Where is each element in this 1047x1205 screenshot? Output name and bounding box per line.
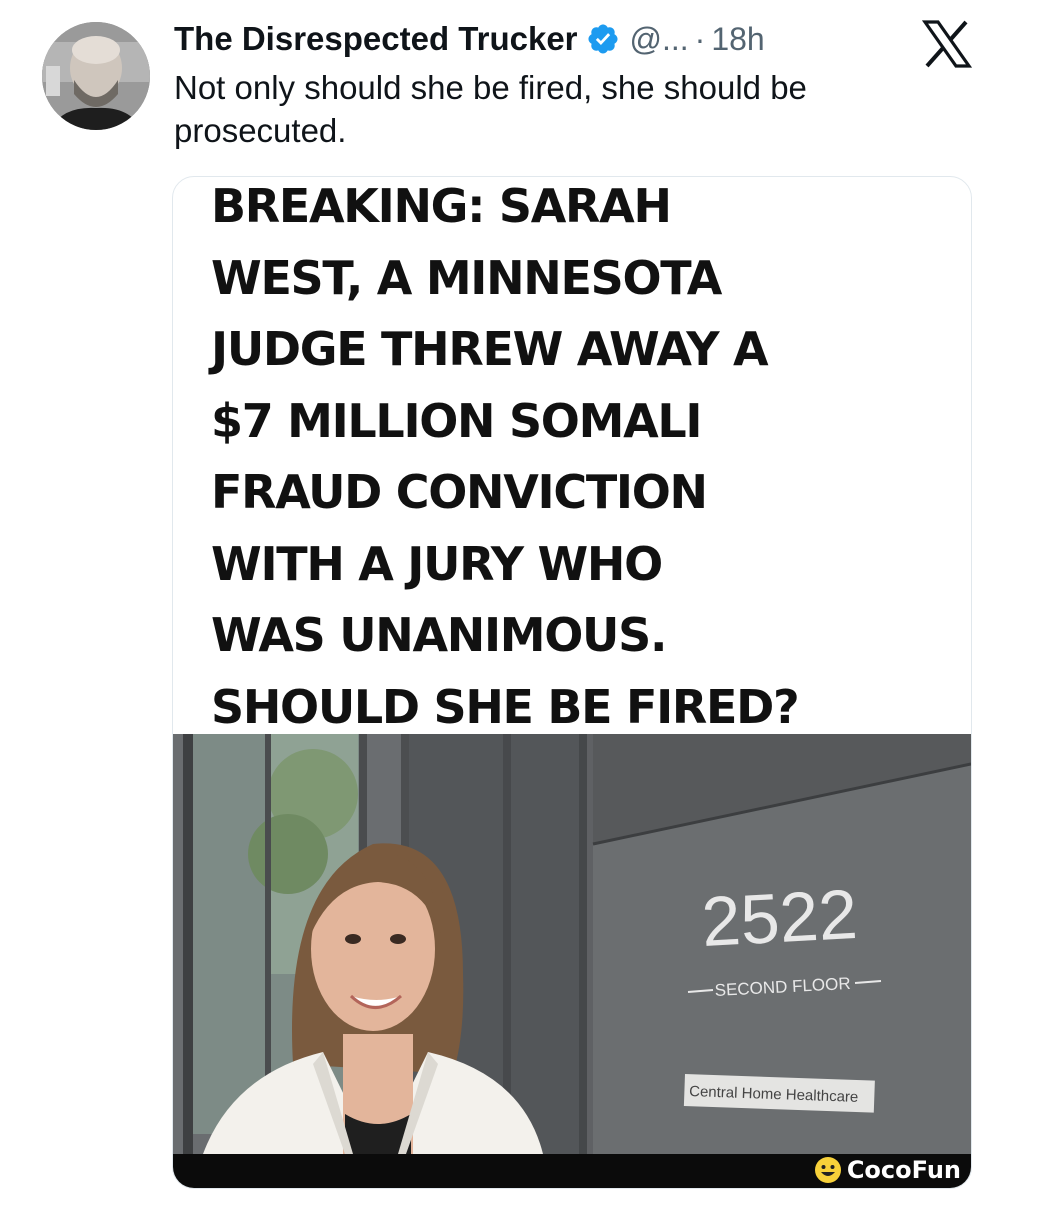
cocofun-watermark: CocoFun <box>814 1156 961 1184</box>
verified-badge-icon <box>587 24 618 54</box>
headline-line: $7 MILLION SOMALI <box>211 393 703 448</box>
headline-line: JUDGE THREW AWAY A <box>211 322 769 376</box>
watermark-text: CocoFun <box>846 1156 961 1184</box>
headline-line: WITH A JURY WHO <box>211 536 663 591</box>
post-text: Not only should she be fired, she should… <box>174 69 807 149</box>
watermark-bar: CocoFun <box>173 1154 971 1188</box>
post-timestamp[interactable]: 18h <box>711 21 764 58</box>
headline-line: BREAKING: SARAH <box>211 179 672 233</box>
card-headline: BREAKING: SARAH WEST, A MINNESOTA JUDGE … <box>211 177 956 743</box>
card-photo: 2522 SECOND FLOOR Central Home Healthcar… <box>173 734 971 1154</box>
post-author-row: The Disrespected Trucker @... · 18h <box>174 14 894 64</box>
headline-line: WAS UNANIMOUS. <box>211 608 667 662</box>
author-name[interactable]: The Disrespected Trucker <box>174 20 578 58</box>
headline-line: SHOULD SHE BE FIRED? <box>211 679 800 734</box>
author-avatar[interactable] <box>42 22 150 130</box>
headline-line: FRAUD CONVICTION <box>211 465 708 519</box>
building-number: 2522 <box>700 875 860 961</box>
cocofun-smiley-icon <box>814 1157 841 1183</box>
media-card[interactable]: BREAKING: SARAH WEST, A MINNESOTA JUDGE … <box>172 176 972 1189</box>
author-handle[interactable]: @... <box>630 21 689 58</box>
meta-separator: · <box>694 20 706 57</box>
x-logo-icon <box>922 20 972 68</box>
post-header: The Disrespected Trucker @... · 18h Not … <box>174 14 894 152</box>
headline-line: WEST, A MINNESOTA <box>211 250 722 305</box>
